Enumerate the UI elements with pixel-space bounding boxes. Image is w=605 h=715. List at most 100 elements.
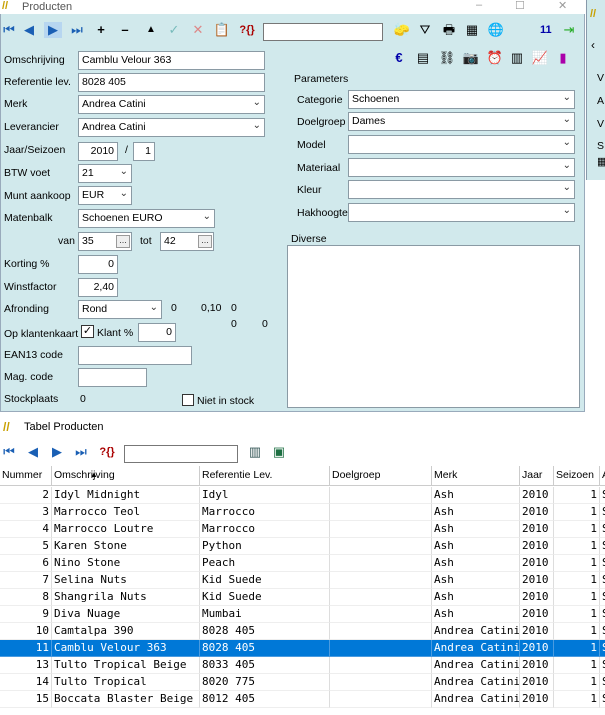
table-row[interactable]: 4Marrocco LoutreMarrocco Ash20101S <box>0 521 605 538</box>
add-icon[interactable]: + <box>92 22 110 38</box>
table-row[interactable]: 7Selina NutsKid Suede Ash20101S <box>0 572 605 589</box>
afronding-select[interactable]: Rond ⌄ <box>78 300 162 319</box>
klantenkaart-label: Op klantenkaart <box>4 328 79 340</box>
column-header[interactable]: Nummer <box>0 466 52 486</box>
table-cell: 8028 405 <box>200 640 330 657</box>
table-cell: Camblu Velour 363 <box>52 640 200 657</box>
table-row[interactable]: 2Idyl MidnightIdyl Ash20101S <box>0 487 605 504</box>
column-header[interactable]: Doelgroep <box>330 466 432 486</box>
camera-icon[interactable]: 📷 <box>462 50 480 66</box>
slash-separator: / <box>125 144 128 156</box>
btw-select[interactable]: 21 ⌄ <box>78 164 132 183</box>
model-select[interactable]: ⌄ <box>348 135 575 154</box>
alarm-icon[interactable]: ⏰ <box>486 50 504 66</box>
niet-in-stock-checkbox[interactable] <box>182 394 194 406</box>
table-row[interactable]: 14 Tulto Tropical 8020 775 Andrea Catini 201… <box>0 674 605 691</box>
maximize-button[interactable]: ☐ <box>515 0 525 12</box>
ean-field[interactable] <box>78 346 192 365</box>
filter-query-icon[interactable]: ?{} <box>96 444 118 460</box>
eraser-icon[interactable]: 🧽 <box>393 22 411 38</box>
close-button[interactable]: ✕ <box>558 0 567 12</box>
table-cell: Marrocco <box>200 521 330 538</box>
grid-icon[interactable]: ▦ <box>463 22 481 38</box>
seizoen-field[interactable]: 1 <box>133 142 155 161</box>
referentie-field[interactable]: 8028 405 <box>78 73 265 92</box>
hakhoogte-select[interactable]: ⌄ <box>348 203 575 222</box>
table-cell: Andrea Catini <box>432 623 520 640</box>
filter-query-icon[interactable]: ?{} <box>236 22 258 38</box>
first-record-icon[interactable]: ⏮ <box>0 444 18 460</box>
clipboard-icon[interactable]: 📋 <box>213 22 231 38</box>
last-record-icon[interactable]: ⏭ <box>68 22 86 38</box>
column-header[interactable]: A <box>600 466 605 486</box>
tot-field[interactable]: 42… <box>160 232 214 251</box>
link-icon[interactable]: ⛓ <box>438 50 456 66</box>
winst-field[interactable]: 2,40 <box>78 278 118 297</box>
table-search-input[interactable] <box>124 445 238 463</box>
korting-field[interactable]: 0 <box>78 255 118 274</box>
kleur-select[interactable]: ⌄ <box>348 180 575 199</box>
merk-select[interactable]: Andrea Catini ⌄ <box>78 95 265 114</box>
minimize-button[interactable]: – <box>476 0 482 11</box>
table-row[interactable]: 6Nino StonePeach Ash20101S <box>0 555 605 572</box>
chart-icon[interactable]: 📈 <box>531 50 549 66</box>
van-field[interactable]: 35… <box>78 232 132 251</box>
prev-record-icon[interactable]: ◀ <box>24 444 42 460</box>
leverancier-select[interactable]: Andrea Catini ⌄ <box>78 118 265 137</box>
confirm-icon[interactable]: ✓ <box>165 22 183 38</box>
klant-field[interactable]: 0 <box>138 323 176 342</box>
table-row[interactable]: 15 Boccata Blaster Beige 8012 405 Andrea Ca… <box>0 691 605 708</box>
printer-icon[interactable]: 🖶 <box>440 22 458 38</box>
globe-icon[interactable]: 🌐 <box>487 22 505 38</box>
column-header[interactable]: Merk <box>432 466 520 486</box>
merk-value: Andrea Catini <box>82 98 146 110</box>
doelgroep-select[interactable]: Dames ⌄ <box>348 112 575 131</box>
mag-field[interactable] <box>78 368 147 387</box>
last-record-icon[interactable]: ⏭ <box>72 444 90 460</box>
table-row[interactable]: 13 Tulto Tropical Beige 8033 405 Andrea Cat… <box>0 657 605 674</box>
omschrijving-field[interactable]: Camblu Velour 363 <box>78 51 265 70</box>
materiaal-select[interactable]: ⌄ <box>348 158 575 177</box>
up-icon[interactable]: ▲ <box>142 22 160 38</box>
next-record-icon[interactable]: ▶ <box>44 22 62 38</box>
column-header[interactable]: Jaar <box>520 466 554 486</box>
first-record-icon[interactable]: ⏮ <box>0 22 18 38</box>
categorie-label: Categorie <box>297 94 343 106</box>
table-cell: 2010 <box>520 640 554 657</box>
column-header[interactable]: Seizoen <box>554 466 600 486</box>
table-row[interactable]: 3Marrocco TeolMarrocco Ash20101S <box>0 504 605 521</box>
exit-icon[interactable]: ⇥ <box>560 22 578 38</box>
lookup-button[interactable]: … <box>116 235 130 248</box>
table-cell: 1 <box>554 691 600 708</box>
diverse-textarea[interactable] <box>287 245 580 408</box>
barcode-icon[interactable]: ▥ <box>508 50 526 66</box>
filter-icon[interactable]: ⛛ <box>416 22 434 38</box>
table-row[interactable]: 11 Camblu Velour 363 8028 405 Andrea Catini… <box>0 640 605 657</box>
table-row[interactable]: 8Shangrila NutsKid Suede Ash20101S <box>0 589 605 606</box>
columns-icon[interactable]: ▥ <box>246 444 264 460</box>
matenbalk-select[interactable]: Schoenen EURO ⌄ <box>78 209 215 228</box>
next-record-icon[interactable]: ▶ <box>48 444 66 460</box>
prev-record-icon[interactable]: ◀ <box>20 22 38 38</box>
calculator-icon[interactable]: ▦ <box>597 155 605 168</box>
kleur-label: Kleur <box>297 184 322 196</box>
table-row[interactable]: 5Karen StonePython Ash20101S <box>0 538 605 555</box>
categorie-select[interactable]: Schoenen ⌄ <box>348 90 575 109</box>
cancel-icon[interactable]: ✕ <box>189 22 207 38</box>
table-row[interactable]: 9Diva NuageMumbai Ash20101S <box>0 606 605 623</box>
lookup-button[interactable]: … <box>198 235 212 248</box>
table-cell: S <box>600 623 605 640</box>
column-header[interactable]: ▲ Omschrijving <box>52 466 200 486</box>
collapse-icon[interactable]: ‹ <box>591 38 595 52</box>
column-header[interactable]: Referentie Lev. <box>200 466 330 486</box>
jaar-field[interactable]: 2010 <box>78 142 118 161</box>
munt-select[interactable]: EUR ⌄ <box>78 186 132 205</box>
table-row[interactable]: 10 Camtalpa 390 8028 405 Andrea Catini 2010 1… <box>0 623 605 640</box>
calendar-icon[interactable]: ▤ <box>414 50 432 66</box>
excel-icon[interactable]: ▣ <box>270 444 288 460</box>
search-input[interactable] <box>263 23 383 41</box>
klantenkaart-checkbox[interactable]: ✓ <box>81 325 94 338</box>
delete-icon[interactable]: – <box>116 22 134 38</box>
color-icon[interactable]: ▮ <box>554 50 572 66</box>
euro-icon[interactable]: € <box>390 50 408 66</box>
